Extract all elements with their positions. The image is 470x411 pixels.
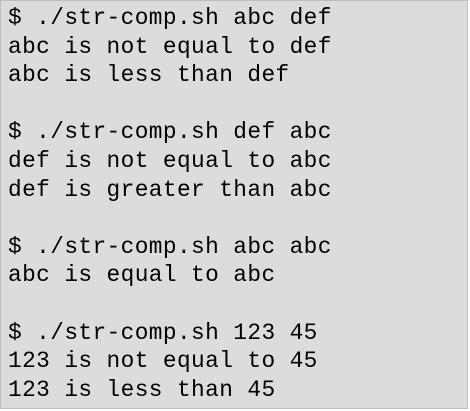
command-line: $ ./str-comp.sh abc abc [8,233,332,260]
command-line: $ ./str-comp.sh abc def [8,5,332,31]
output-line: abc is less than def [8,62,290,89]
output-line: abc is equal to abc [8,262,276,289]
output-line: abc is not equal to def [8,33,332,60]
output-line: 123 is not equal to 45 [8,348,318,375]
terminal-session-2: $ ./str-comp.sh def abc def is not equal… [8,118,467,204]
terminal-session-3: $ ./str-comp.sh abc abc abc is equal to … [8,233,467,290]
terminal-session-4: $ ./str-comp.sh 123 45 123 is not equal … [8,319,467,405]
output-line: 123 is less than 45 [8,376,276,403]
output-line: def is not equal to abc [8,147,332,174]
output-line: def is greater than abc [8,176,332,203]
command-line: $ ./str-comp.sh def abc [8,119,332,146]
terminal-session-1: $ ./str-comp.sh abc def abc is not equal… [8,4,467,90]
command-line: $ ./str-comp.sh 123 45 [8,319,318,346]
terminal-window[interactable]: $ ./str-comp.sh abc def abc is not equal… [0,0,468,409]
